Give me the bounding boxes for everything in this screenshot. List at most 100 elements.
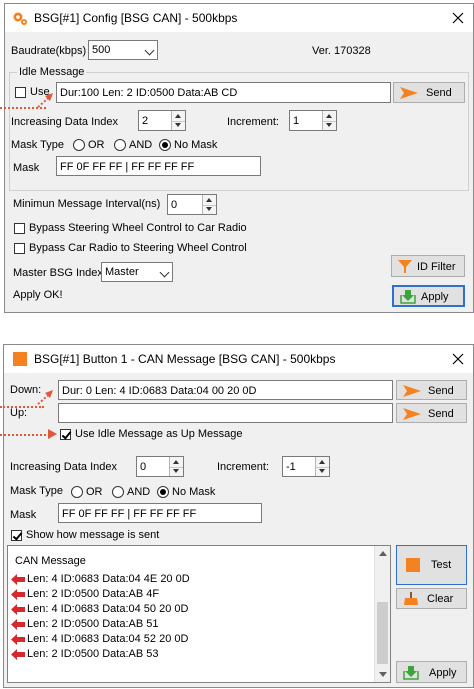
bypass-swc-checkbox[interactable] <box>14 223 25 234</box>
mask-or-radio[interactable] <box>71 486 83 498</box>
version-label: Ver. 170328 <box>312 45 371 57</box>
list-item-text: Len: 4 ID:0683 Data:04 52 20 0D <box>27 633 189 645</box>
use-idle-checkbox[interactable] <box>15 87 26 98</box>
increment-label: Increment: <box>227 116 279 128</box>
mask-field[interactable]: FF 0F FF FF | FF FF FF FF <box>58 503 262 523</box>
send-label: Send <box>426 87 452 99</box>
inc-index-label: Increasing Data Index <box>11 116 119 128</box>
scroll-down-icon[interactable] <box>379 672 387 677</box>
filter-icon <box>398 259 412 274</box>
scroll-thumb[interactable] <box>377 602 388 664</box>
left-arrow-icon <box>11 619 25 630</box>
send-label: Send <box>428 408 454 420</box>
inc-index-spinner[interactable]: 2 <box>138 110 186 131</box>
list-header: CAN Message <box>15 555 86 567</box>
increment-spinner[interactable]: 1 <box>289 110 337 131</box>
inc-index-value: 2 <box>142 115 149 127</box>
send-down-button[interactable]: Send <box>396 380 467 400</box>
mask-none-radio[interactable] <box>157 486 169 498</box>
left-arrow-icon <box>11 604 25 615</box>
can-message-list[interactable]: CAN Message Len: 4 ID:0683 Data:04 4E 20… <box>7 545 391 683</box>
baudrate-select[interactable]: 500 <box>88 40 158 60</box>
mask-type-label: Mask Type <box>11 139 64 151</box>
close-icon[interactable] <box>451 352 465 366</box>
inc-index-spinner[interactable]: 0 <box>136 456 184 477</box>
master-index-label: Master BSG Index <box>13 267 103 279</box>
mask-and-radio[interactable] <box>114 139 126 151</box>
min-interval-label: Minimun Message Interval(ns) <box>13 198 161 210</box>
title-bar: BSG[#1] Config [BSG CAN] - 500kbps <box>5 4 473 32</box>
inc-index-value: 0 <box>140 461 147 473</box>
down-message-text: Dur: 0 Len: 4 ID:0683 Data:04 00 20 0D <box>62 385 257 397</box>
apply-button[interactable]: Apply <box>392 285 465 307</box>
scrollbar[interactable] <box>374 546 390 682</box>
clear-button[interactable]: Clear <box>396 588 467 609</box>
increment-label: Increment: <box>217 461 269 473</box>
id-filter-button[interactable]: ID Filter <box>391 255 465 277</box>
use-idle-checkbox[interactable] <box>60 429 71 440</box>
chevron-down-icon <box>144 45 155 56</box>
mask-or-label: OR <box>86 486 103 498</box>
baudrate-label: Baudrate(kbps) <box>11 45 87 57</box>
send-icon <box>402 384 422 398</box>
inc-index-label: Increasing Data Index <box>10 461 118 473</box>
close-icon[interactable] <box>451 11 465 25</box>
bypass-radio-checkbox[interactable] <box>14 243 25 254</box>
mask-or-label: OR <box>88 139 105 151</box>
send-icon <box>402 407 422 421</box>
spinner-arrows[interactable] <box>202 195 216 214</box>
gears-icon <box>12 10 28 26</box>
left-arrow-icon <box>11 649 25 660</box>
mask-none-radio[interactable] <box>159 139 171 151</box>
mask-label: Mask <box>13 162 40 174</box>
scroll-up-icon[interactable] <box>379 551 387 556</box>
left-arrow-icon <box>11 634 25 645</box>
increment-spinner[interactable]: -1 <box>282 456 330 477</box>
baudrate-value: 500 <box>92 44 111 56</box>
mask-text: FF 0F FF FF | FF FF FF FF <box>62 508 197 520</box>
window-title: BSG[#1] Button 1 - CAN Message [BSG CAN]… <box>34 352 336 366</box>
apply-label: Apply <box>429 667 457 679</box>
mask-and-radio[interactable] <box>112 486 124 498</box>
use-idle-label: Use Idle Message as Up Message <box>75 428 243 440</box>
spinner-arrows[interactable] <box>171 111 185 130</box>
send-label: Send <box>428 385 454 397</box>
idle-message-field[interactable]: Dur:100 Len: 2 ID:0500 Data:AB CD <box>56 82 391 103</box>
status-text: Apply OK! <box>13 289 63 301</box>
download-icon <box>400 289 416 304</box>
up-message-field[interactable] <box>58 403 393 423</box>
list-item-text: Len: 4 ID:0683 Data:04 50 20 0D <box>27 603 189 615</box>
list-item-text: Len: 2 ID:0500 Data:AB 4F <box>27 588 160 600</box>
down-message-field[interactable]: Dur: 0 Len: 4 ID:0683 Data:04 00 20 0D <box>58 380 393 400</box>
mask-type-label: Mask Type <box>10 485 63 497</box>
apply-button[interactable]: Apply <box>396 661 467 683</box>
show-sent-checkbox[interactable] <box>11 530 22 541</box>
spinner-arrows[interactable] <box>322 111 336 130</box>
annotation-arrowhead <box>36 92 56 110</box>
mask-field[interactable]: FF 0F FF FF | FF FF FF FF <box>56 156 261 176</box>
app-icon <box>13 352 27 366</box>
apply-label: Apply <box>421 291 449 303</box>
send-button[interactable]: Send <box>393 82 465 103</box>
spinner-arrows[interactable] <box>315 457 329 476</box>
idle-message-text: Dur:100 Len: 2 ID:0500 Data:AB CD <box>60 87 238 99</box>
spinner-arrows[interactable] <box>169 457 183 476</box>
left-arrow-icon <box>11 589 25 600</box>
left-arrow-icon <box>11 574 25 585</box>
min-interval-spinner[interactable]: 0 <box>167 194 217 215</box>
bypass-swc-label: Bypass Steering Wheel Control to Car Rad… <box>29 222 247 234</box>
increment-value: -1 <box>286 461 296 473</box>
master-select[interactable]: Master <box>101 262 173 282</box>
test-button[interactable]: Test <box>396 545 467 585</box>
up-label: Up: <box>10 407 28 419</box>
button-message-window: BSG[#1] Button 1 - CAN Message [BSG CAN]… <box>3 344 474 688</box>
mask-or-radio[interactable] <box>73 139 85 151</box>
show-sent-label: Show how message is sent <box>26 529 160 541</box>
chevron-down-icon <box>159 267 170 278</box>
list-item-text: Len: 2 ID:0500 Data:AB 53 <box>27 648 159 660</box>
send-up-button[interactable]: Send <box>396 403 467 423</box>
list-item-text: Len: 2 ID:0500 Data:AB 51 <box>27 618 159 630</box>
master-value: Master <box>105 266 139 278</box>
id-filter-label: ID Filter <box>417 261 456 273</box>
annotation-pointer <box>0 434 50 436</box>
